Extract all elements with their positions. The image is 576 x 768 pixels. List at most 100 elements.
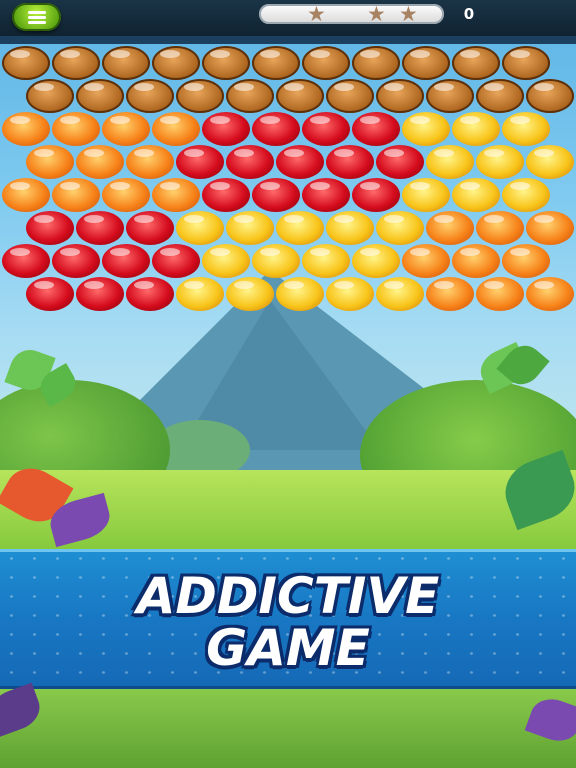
yellow-bubble[interactable] xyxy=(402,112,450,146)
yellow-bubble[interactable] xyxy=(376,277,424,311)
yellow-bubble[interactable] xyxy=(226,277,274,311)
wood-bubble[interactable] xyxy=(326,79,374,113)
hamburger-menu-icon xyxy=(28,11,46,14)
promo-banner: ADDICTIVE GAME xyxy=(0,549,576,689)
orange-bubble[interactable] xyxy=(152,112,200,146)
wood-bubble[interactable] xyxy=(376,79,424,113)
yellow-bubble[interactable] xyxy=(352,244,400,278)
yellow-bubble[interactable] xyxy=(326,211,374,245)
yellow-bubble[interactable] xyxy=(426,145,474,179)
banner-title-line2: GAME xyxy=(206,619,370,677)
wood-bubble[interactable] xyxy=(52,46,100,80)
red-bubble[interactable] xyxy=(352,178,400,212)
orange-bubble[interactable] xyxy=(126,145,174,179)
yellow-bubble[interactable] xyxy=(302,244,350,278)
orange-bubble[interactable] xyxy=(426,277,474,311)
orange-bubble[interactable] xyxy=(526,277,574,311)
wood-bubble[interactable] xyxy=(502,46,550,80)
score-value: 0 xyxy=(463,5,475,23)
red-bubble[interactable] xyxy=(302,178,350,212)
yellow-bubble[interactable] xyxy=(226,211,274,245)
yellow-bubble[interactable] xyxy=(502,112,550,146)
red-bubble[interactable] xyxy=(126,211,174,245)
yellow-bubble[interactable] xyxy=(176,277,224,311)
yellow-bubble[interactable] xyxy=(326,277,374,311)
star-icon: ★ xyxy=(399,2,418,26)
orange-bubble[interactable] xyxy=(52,112,100,146)
red-bubble[interactable] xyxy=(176,145,224,179)
hamburger-menu-icon-line xyxy=(28,21,46,24)
red-bubble[interactable] xyxy=(276,145,324,179)
wood-bubble[interactable] xyxy=(126,79,174,113)
top-bar-ledge xyxy=(0,36,576,44)
yellow-bubble[interactable] xyxy=(252,244,300,278)
red-bubble[interactable] xyxy=(252,178,300,212)
yellow-bubble[interactable] xyxy=(452,112,500,146)
wood-bubble[interactable] xyxy=(176,79,224,113)
orange-bubble[interactable] xyxy=(2,178,50,212)
menu-button[interactable] xyxy=(12,3,61,31)
red-bubble[interactable] xyxy=(52,244,100,278)
red-bubble[interactable] xyxy=(102,244,150,278)
yellow-bubble[interactable] xyxy=(276,211,324,245)
wood-bubble[interactable] xyxy=(276,79,324,113)
wood-bubble[interactable] xyxy=(526,79,574,113)
red-bubble[interactable] xyxy=(26,277,74,311)
orange-bubble[interactable] xyxy=(476,211,524,245)
yellow-bubble[interactable] xyxy=(402,178,450,212)
orange-bubble[interactable] xyxy=(26,145,74,179)
red-bubble[interactable] xyxy=(376,145,424,179)
star-icon: ★ xyxy=(367,2,386,26)
wood-bubble[interactable] xyxy=(426,79,474,113)
yellow-bubble[interactable] xyxy=(376,211,424,245)
orange-bubble[interactable] xyxy=(152,178,200,212)
red-bubble[interactable] xyxy=(352,112,400,146)
yellow-bubble[interactable] xyxy=(452,178,500,212)
bottom-grass xyxy=(0,689,576,768)
yellow-bubble[interactable] xyxy=(476,145,524,179)
wood-bubble[interactable] xyxy=(152,46,200,80)
red-bubble[interactable] xyxy=(76,211,124,245)
wood-bubble[interactable] xyxy=(202,46,250,80)
orange-bubble[interactable] xyxy=(102,112,150,146)
wood-bubble[interactable] xyxy=(252,46,300,80)
red-bubble[interactable] xyxy=(226,145,274,179)
orange-bubble[interactable] xyxy=(426,211,474,245)
red-bubble[interactable] xyxy=(152,244,200,278)
red-bubble[interactable] xyxy=(26,211,74,245)
wood-bubble[interactable] xyxy=(352,46,400,80)
red-bubble[interactable] xyxy=(76,277,124,311)
red-bubble[interactable] xyxy=(2,244,50,278)
wood-bubble[interactable] xyxy=(452,46,500,80)
red-bubble[interactable] xyxy=(126,277,174,311)
yellow-bubble[interactable] xyxy=(502,178,550,212)
yellow-bubble[interactable] xyxy=(202,244,250,278)
wood-bubble[interactable] xyxy=(102,46,150,80)
star-icon: ★ xyxy=(307,2,326,26)
wood-bubble[interactable] xyxy=(76,79,124,113)
orange-bubble[interactable] xyxy=(476,277,524,311)
wood-bubble[interactable] xyxy=(302,46,350,80)
yellow-bubble[interactable] xyxy=(176,211,224,245)
yellow-bubble[interactable] xyxy=(526,145,574,179)
wood-bubble[interactable] xyxy=(226,79,274,113)
red-bubble[interactable] xyxy=(302,112,350,146)
orange-bubble[interactable] xyxy=(52,178,100,212)
wood-bubble[interactable] xyxy=(2,46,50,80)
wood-bubble[interactable] xyxy=(26,79,74,113)
orange-bubble[interactable] xyxy=(502,244,550,278)
red-bubble[interactable] xyxy=(252,112,300,146)
banner-title-line1: ADDICTIVE xyxy=(136,567,440,625)
orange-bubble[interactable] xyxy=(102,178,150,212)
red-bubble[interactable] xyxy=(202,112,250,146)
orange-bubble[interactable] xyxy=(402,244,450,278)
orange-bubble[interactable] xyxy=(452,244,500,278)
red-bubble[interactable] xyxy=(326,145,374,179)
orange-bubble[interactable] xyxy=(76,145,124,179)
wood-bubble[interactable] xyxy=(402,46,450,80)
red-bubble[interactable] xyxy=(202,178,250,212)
orange-bubble[interactable] xyxy=(526,211,574,245)
orange-bubble[interactable] xyxy=(2,112,50,146)
wood-bubble[interactable] xyxy=(476,79,524,113)
yellow-bubble[interactable] xyxy=(276,277,324,311)
